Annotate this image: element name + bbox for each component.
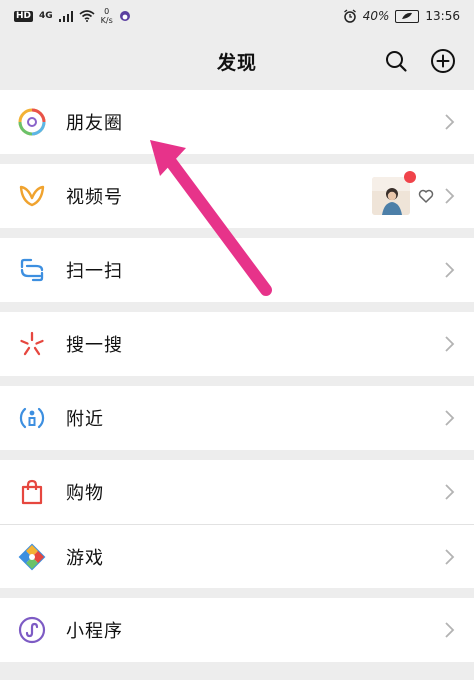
chevron-right-icon (445, 336, 455, 352)
chevron-right-icon (445, 188, 455, 204)
list-item-label: 附近 (66, 409, 104, 430)
list-item-channels[interactable]: 视频号 (0, 164, 474, 228)
signal-indicator: 4G (39, 11, 53, 21)
list-item-label: 游戏 (66, 547, 104, 569)
page-title: 发现 (216, 51, 257, 74)
list-item-label: 小程序 (66, 621, 123, 642)
network-speed: 0 K/s (100, 7, 113, 25)
list-item-nearby[interactable]: 附近 (0, 386, 474, 450)
status-bar: HD 4G 0 K/s 40% 13:56 (0, 0, 474, 32)
section-gap (0, 228, 474, 238)
chevron-right-icon (445, 114, 455, 130)
hd-badge: HD (14, 10, 34, 22)
list-item-search[interactable]: 搜一搜 (0, 312, 474, 376)
list-item-moments[interactable]: 朋友圈 (0, 90, 474, 154)
channel-thumbnail[interactable] (372, 171, 416, 215)
chevron-right-icon (445, 410, 455, 426)
mini-program-icon (18, 616, 46, 644)
battery-percent: 40% (362, 9, 390, 23)
nearby-icon (18, 404, 46, 432)
search-spark-icon (18, 330, 46, 358)
chevron-right-icon (445, 262, 455, 278)
app-notification-icon (119, 11, 130, 21)
section-gap (0, 450, 474, 460)
chevron-right-icon (445, 548, 455, 565)
list-item-label: 扫一扫 (66, 261, 123, 282)
alarm-icon (343, 9, 356, 23)
shopping-bag-icon (18, 478, 46, 506)
list-item-mini-programs[interactable]: 小程序 (0, 598, 474, 662)
signal-bars-icon (58, 10, 73, 22)
list-item-label: 视频号 (66, 187, 123, 208)
page-header: 发现 (0, 32, 474, 90)
add-icon[interactable] (430, 48, 456, 74)
list-item-label: 朋友圈 (66, 113, 123, 134)
section-gap (0, 588, 474, 598)
chevron-right-icon (445, 484, 455, 500)
section-gap (0, 376, 474, 386)
heart-icon[interactable] (418, 188, 434, 204)
list-item-games[interactable]: 游戏 (0, 524, 474, 588)
wifi-icon (79, 10, 95, 22)
status-time: 13:56 (425, 9, 460, 23)
chevron-right-icon (445, 622, 455, 638)
game-icon (18, 543, 46, 571)
notification-dot (404, 171, 416, 183)
list-item-shopping[interactable]: 购物 (0, 460, 474, 524)
list-item-label: 购物 (66, 483, 104, 504)
section-gap (0, 154, 474, 164)
search-icon[interactable] (384, 49, 408, 73)
section-gap (0, 302, 474, 312)
moments-icon (18, 108, 46, 136)
scan-icon (18, 256, 46, 284)
list-item-label: 搜一搜 (66, 335, 123, 356)
battery-icon (395, 9, 420, 23)
discover-list: 朋友圈 视频号 扫一扫 搜一搜 附近 购物 游戏 小程序 (0, 90, 474, 662)
channels-icon (18, 182, 46, 210)
list-item-scan[interactable]: 扫一扫 (0, 238, 474, 302)
